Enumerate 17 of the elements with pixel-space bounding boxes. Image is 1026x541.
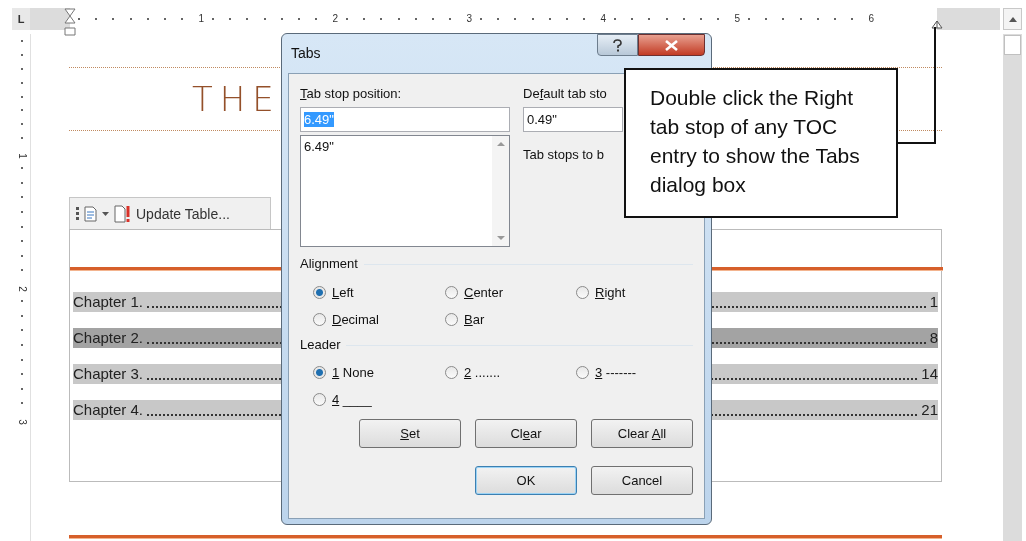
- ruler-number: 5: [734, 14, 740, 24]
- dialog-title: Tabs: [291, 45, 321, 61]
- ruler-number: 3: [466, 14, 472, 24]
- callout-box: Double click the Right tab stop of any TOC entry to show the Tabs dialog box: [624, 68, 898, 218]
- field-label: Tab stop position:: [300, 86, 403, 102]
- ruler-number: 1: [198, 14, 204, 24]
- ruler-number: 3: [17, 419, 27, 425]
- document-title: THE: [192, 79, 281, 119]
- field-label: Default tab sto: [523, 86, 608, 102]
- ruler-number: 2: [332, 14, 338, 24]
- ruler-number: 6: [868, 14, 874, 24]
- ruler-number: 1: [17, 153, 27, 159]
- field-label: Tab stops to b: [523, 147, 605, 162]
- group-heading: Leader: [300, 337, 341, 353]
- ruler-number: 2: [17, 286, 27, 292]
- group-heading: Alignment: [300, 256, 358, 272]
- ruler-number: 4: [600, 14, 606, 24]
